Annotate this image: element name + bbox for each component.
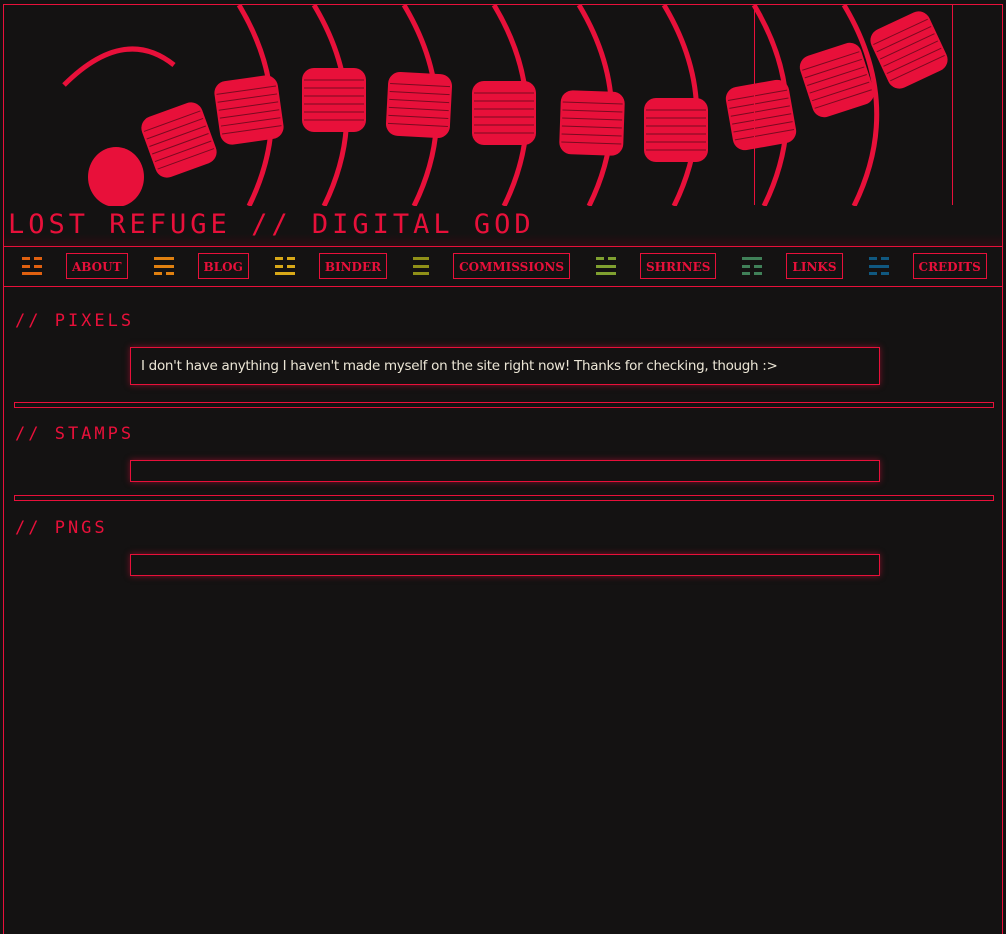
page-frame: LOST REFUGE // DIGITAL GOD ABOUT BLOG BIND… [3, 4, 1003, 934]
trigram-icon [22, 257, 42, 275]
main-nav: ABOUT BLOG BINDER COMMISSIONS SHRINES LINKS CR… [4, 246, 1002, 287]
section-heading-stamps: // STAMPS [15, 424, 135, 444]
nav-credits[interactable]: CREDITS [912, 253, 987, 279]
trigram-icon [153, 257, 174, 275]
section-heading-pixels: // PIXELS [15, 311, 135, 331]
body-segment [559, 90, 625, 156]
body-segment [385, 71, 453, 139]
nav-about[interactable]: ABOUT [66, 253, 128, 279]
centipede-head [88, 147, 144, 206]
pixels-content-box: I don't have anything I haven't made mys… [130, 347, 880, 385]
trigram-icon [413, 257, 430, 275]
trigram-icon [596, 257, 617, 275]
section-divider [14, 495, 994, 501]
banner-frame [754, 5, 953, 205]
nav-links[interactable]: LINKS [786, 253, 843, 279]
stamps-content-box [130, 460, 880, 482]
nav-blog[interactable]: BLOG [197, 253, 249, 279]
leg-stroke [62, 46, 176, 87]
body-segment [141, 102, 217, 178]
body-segment [644, 98, 708, 162]
nav-commissions[interactable]: COMMISSIONS [453, 253, 571, 279]
header-banner [4, 5, 1002, 207]
body-segment [302, 68, 366, 132]
body-segment [472, 81, 536, 145]
site-title: LOST REFUGE // DIGITAL GOD [8, 209, 535, 240]
trigram-icon [868, 257, 889, 275]
trigram-icon [274, 257, 295, 275]
pixels-text: I don't have anything I haven't made mys… [141, 358, 778, 374]
pngs-content-box [130, 554, 880, 576]
nav-shrines[interactable]: SHRINES [640, 253, 717, 279]
section-heading-pngs: // PNGS [15, 518, 108, 538]
nav-binder[interactable]: BINDER [318, 253, 388, 279]
section-divider [14, 402, 994, 408]
trigram-icon [742, 257, 763, 275]
